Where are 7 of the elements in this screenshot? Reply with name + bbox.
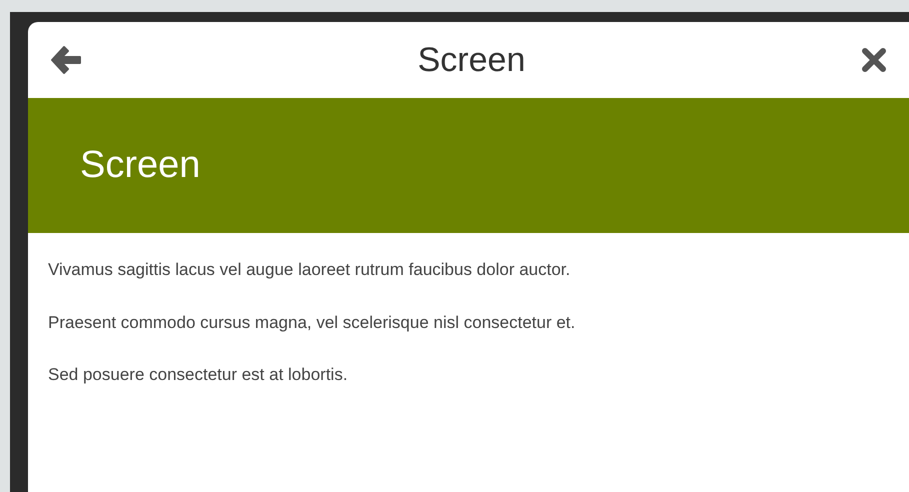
back-arrow-icon: [50, 45, 82, 75]
header-title: Screen: [418, 40, 526, 80]
close-icon: [860, 47, 887, 73]
paragraph: Vivamus sagittis lacus vel augue laoreet rutrum faucibus dolor auctor.: [48, 259, 572, 281]
paragraph: Sed posuere consectetur est at lobortis.: [48, 364, 349, 386]
paragraph: Praesent commodo cursus magna, vel scelerisque nisl consectetur et.: [48, 312, 576, 334]
banner-title: Screen: [80, 143, 200, 188]
